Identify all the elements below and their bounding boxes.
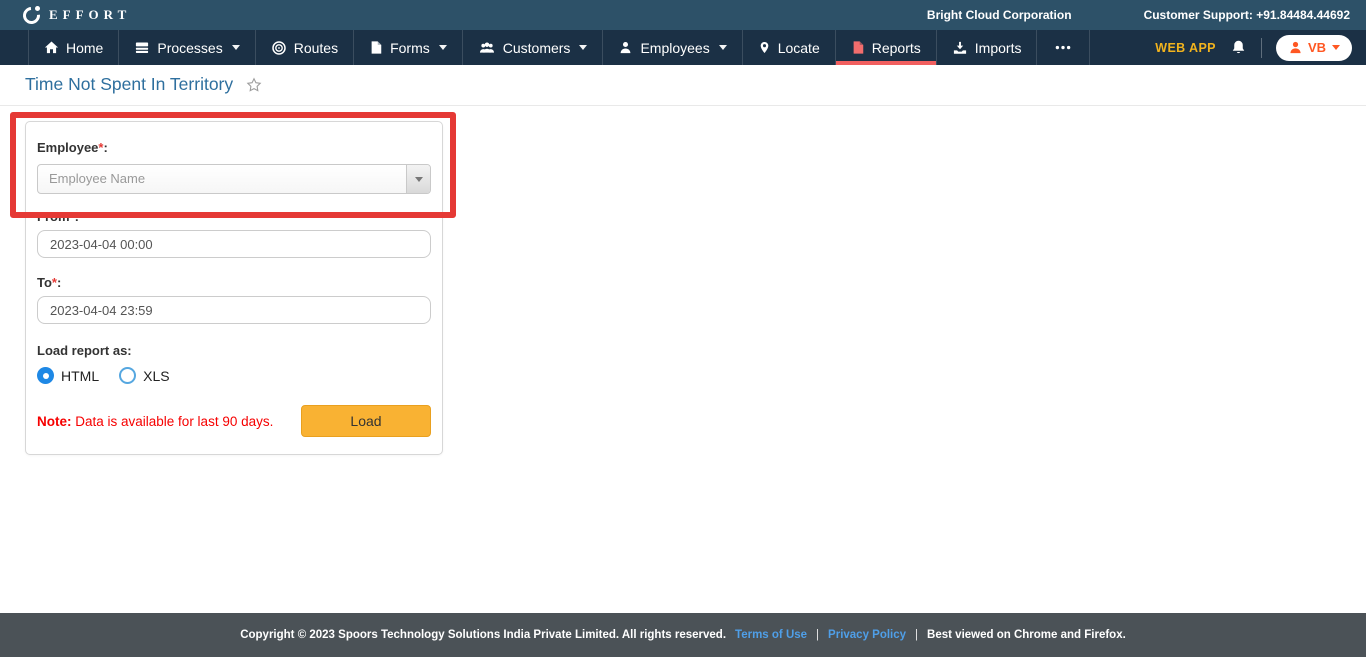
nav-item-employees[interactable]: Employees [603,30,742,65]
processes-icon [134,40,150,55]
imports-icon [952,40,968,55]
brand[interactable]: EFFORT [22,6,131,25]
chevron-down-icon [439,45,447,50]
forms-icon [369,40,383,55]
title-divider [0,105,1366,106]
nav-item-routes[interactable]: Routes [256,30,354,65]
company-name: Bright Cloud Corporation [927,8,1072,22]
brand-name: EFFORT [49,7,131,23]
employees-icon [618,40,633,55]
employee-select[interactable]: Employee Name [37,164,431,194]
page: EFFORT Bright Cloud Corporation Customer… [0,0,1366,657]
nav-divider [1261,38,1262,58]
from-datetime-input[interactable] [37,230,431,258]
terms-of-use-link[interactable]: Terms of Use [735,629,807,641]
nav-item-more[interactable] [1037,30,1090,65]
notifications-bell-icon[interactable] [1230,39,1247,56]
note-text: Note: Data is available for last 90 days… [37,414,273,429]
main-nav: Home Processes Routes Forms Customers [0,30,1366,65]
more-icon [1052,40,1074,55]
user-initials: VB [1308,40,1326,55]
nav-item-imports[interactable]: Imports [937,30,1038,65]
nav-item-locate[interactable]: Locate [743,30,836,65]
report-filter-panel: Employee*: Employee Name From*: To*: Loa… [25,121,443,455]
favorite-star-icon[interactable] [246,77,262,93]
reports-icon [851,40,865,55]
chevron-down-icon [1332,45,1340,50]
employee-select-dropdown-button[interactable] [406,165,430,193]
nav-item-home[interactable]: Home [28,30,119,65]
customer-support-text: Customer Support: +91.84484.44692 [1144,8,1350,22]
radio-option-xls[interactable]: XLS [119,367,169,384]
radio-option-html[interactable]: HTML [37,367,99,384]
chevron-down-icon [579,45,587,50]
customers-icon [478,40,496,55]
employee-label: Employee*: [37,140,431,155]
user-icon [1288,40,1303,55]
load-report-as-label: Load report as: [37,343,431,358]
best-viewed-text: Best viewed on Chrome and Firefox. [927,629,1126,641]
home-icon [44,40,59,55]
to-label: To*: [37,275,431,290]
routes-icon [271,40,287,56]
load-button[interactable]: Load [301,405,431,437]
report-format-radio-group: HTML XLS [37,367,431,384]
chevron-down-icon [719,45,727,50]
radio-xls[interactable] [119,367,136,384]
chevron-down-icon [232,45,240,50]
topbar: EFFORT Bright Cloud Corporation Customer… [0,0,1366,30]
page-title: Time Not Spent In Territory [25,74,233,95]
locate-icon [758,40,771,55]
web-app-link[interactable]: WEB APP [1155,41,1216,55]
nav-item-forms[interactable]: Forms [354,30,463,65]
footer: Copyright © 2023 Spoors Technology Solut… [0,613,1366,657]
to-datetime-input[interactable] [37,296,431,324]
chevron-down-icon [415,177,423,182]
effort-logo-icon [22,6,41,25]
radio-html[interactable] [37,367,54,384]
nav-item-customers[interactable]: Customers [463,30,604,65]
from-label: From*: [37,209,431,224]
nav-item-reports[interactable]: Reports [836,30,937,65]
privacy-policy-link[interactable]: Privacy Policy [828,629,906,641]
nav-item-processes[interactable]: Processes [119,30,255,65]
employee-select-placeholder: Employee Name [38,165,406,193]
user-menu-button[interactable]: VB [1276,35,1352,61]
copyright-text: Copyright © 2023 Spoors Technology Solut… [240,629,726,641]
